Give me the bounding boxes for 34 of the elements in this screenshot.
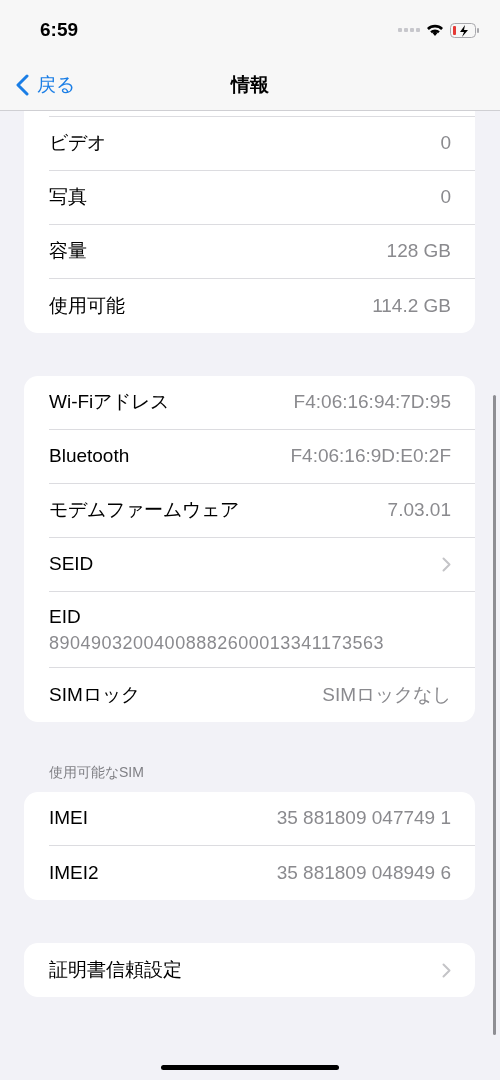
row-label: 容量 <box>49 239 87 264</box>
row-label: ビデオ <box>49 131 106 156</box>
row-value: 114.2 GB <box>372 293 451 318</box>
row-value: 0 <box>440 131 451 156</box>
row-value: SIMロックなし <box>322 682 451 707</box>
row-label: Bluetooth <box>49 444 130 469</box>
row-value: 35 881809 047749 1 <box>276 806 451 831</box>
row-value: 0 <box>440 185 451 210</box>
status-time: 6:59 <box>40 17 79 42</box>
chevron-icon <box>442 557 451 572</box>
row-label: IMEI2 <box>49 860 99 885</box>
row-value: 7.03.01 <box>387 498 451 523</box>
section-header: 使用可能なSIM <box>48 763 145 782</box>
wifi-icon <box>426 23 444 37</box>
row-value: 89049032004008882600013341173563 <box>49 631 385 655</box>
row-label: IMEI <box>49 806 89 831</box>
row-value: 35 881809 048949 6 <box>276 860 451 885</box>
row-value: 128 GB <box>386 239 451 264</box>
settings-row[interactable]: 証明書信頼設定 <box>49 943 475 997</box>
row-value: F4:06:16:94:7D:95 <box>293 390 451 415</box>
back-button[interactable]: 戻る <box>0 70 75 100</box>
row-label: 使用可能 <box>49 293 125 318</box>
row-label: Wi-Fiアドレス <box>49 390 170 415</box>
row-label: EID <box>49 604 82 629</box>
row-label: SIMロック <box>49 682 140 707</box>
back-chevron-icon <box>16 74 29 96</box>
settings-row[interactable]: SEID <box>49 538 475 592</box>
row-label: モデムファームウェア <box>49 498 239 523</box>
row-value: F4:06:16:9D:E0:2F <box>290 444 451 469</box>
chevron-icon <box>442 962 451 978</box>
signal-icon <box>398 28 420 32</box>
battery-charging-icon <box>450 22 480 38</box>
screen-title: 情報 <box>231 72 269 97</box>
row-label: 写真 <box>49 185 87 210</box>
